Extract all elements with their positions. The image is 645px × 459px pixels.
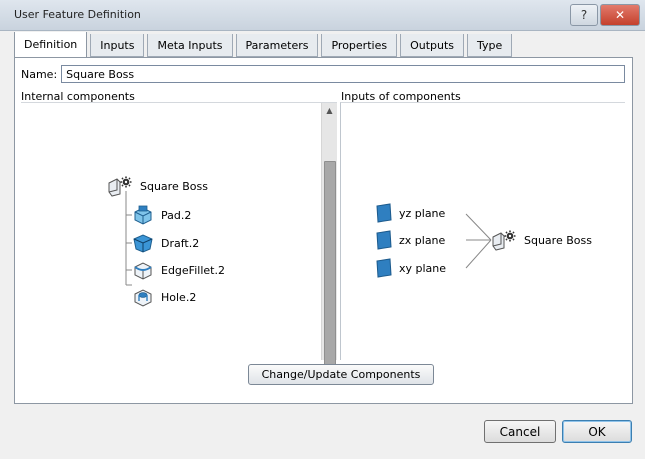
help-icon: ? [580, 8, 588, 22]
change-update-components-button[interactable]: Change/Update Components [248, 364, 434, 385]
tab-definition[interactable]: Definition [14, 32, 88, 58]
tree-scrollbar[interactable]: ▲ [321, 103, 337, 367]
tree-node-label: Square Boss [140, 179, 208, 193]
tree-node-hole-2[interactable]: Hole.2 [132, 286, 196, 308]
tree-node-label: Hole.2 [161, 290, 197, 304]
input-item-label: yz plane [399, 206, 446, 220]
plane-icon [376, 258, 392, 278]
tree-node-pad-2[interactable]: Pad.2 [132, 204, 191, 226]
internal-components-tree[interactable]: Square Boss Pad.2 Draft.2 EdgeFillet.2 H… [21, 102, 337, 367]
tab-outputs[interactable]: Outputs [400, 34, 465, 57]
close-icon: ✕ [614, 8, 626, 22]
name-input[interactable] [61, 65, 625, 83]
input-item-yz-plane[interactable]: yz plane [376, 203, 445, 223]
hole-feature-icon [134, 289, 152, 307]
tree-node-draft-2[interactable]: Draft.2 [132, 232, 199, 254]
pad-feature-icon [134, 205, 152, 225]
cancel-button[interactable]: Cancel [484, 420, 556, 443]
user-feature-gear-icon [492, 230, 516, 251]
user-feature-gear-icon [108, 176, 132, 197]
input-item-label: zx plane [399, 233, 446, 247]
input-item-label: xy plane [399, 261, 447, 275]
draft-feature-icon [133, 234, 153, 253]
edge-fillet-icon [134, 262, 152, 280]
tree-node-edgefillet-2[interactable]: EdgeFillet.2 [132, 259, 225, 281]
tree-node-label: Draft.2 [161, 236, 200, 250]
close-button[interactable]: ✕ [600, 4, 640, 26]
definition-panel: Name: Internal components Inputs of comp… [14, 57, 633, 404]
inputs-of-components-view[interactable]: Square Boss yz plane zx plane xy plane [340, 102, 625, 360]
tree-node-label: Pad.2 [161, 208, 192, 222]
plane-icon [376, 230, 392, 250]
help-button[interactable]: ? [570, 4, 598, 26]
tab-bar: Definition Inputs Meta Inputs Parameters… [14, 32, 515, 58]
name-row: Name: [21, 64, 625, 84]
input-item-zx-plane[interactable]: zx plane [376, 230, 445, 250]
tree-node-square-boss[interactable]: Square Boss [107, 175, 208, 197]
input-target-label: Square Boss [524, 233, 592, 247]
tab-meta-inputs[interactable]: Meta Inputs [147, 34, 233, 57]
scroll-up-icon[interactable]: ▲ [325, 106, 334, 115]
input-target-square-boss[interactable]: Square Boss [491, 229, 592, 251]
scroll-thumb[interactable] [324, 161, 336, 367]
tab-type[interactable]: Type [467, 34, 513, 57]
title-bar: User Feature Definition ? ✕ [0, 0, 645, 31]
tab-inputs[interactable]: Inputs [90, 34, 145, 57]
input-item-xy-plane[interactable]: xy plane [376, 258, 446, 278]
tab-properties[interactable]: Properties [321, 34, 398, 57]
plane-icon [376, 203, 392, 223]
window-title: User Feature Definition [14, 8, 141, 21]
tab-parameters[interactable]: Parameters [235, 34, 319, 57]
ok-button[interactable]: OK [562, 420, 632, 443]
tree-node-label: EdgeFillet.2 [161, 263, 225, 277]
name-label: Name: [21, 67, 58, 81]
